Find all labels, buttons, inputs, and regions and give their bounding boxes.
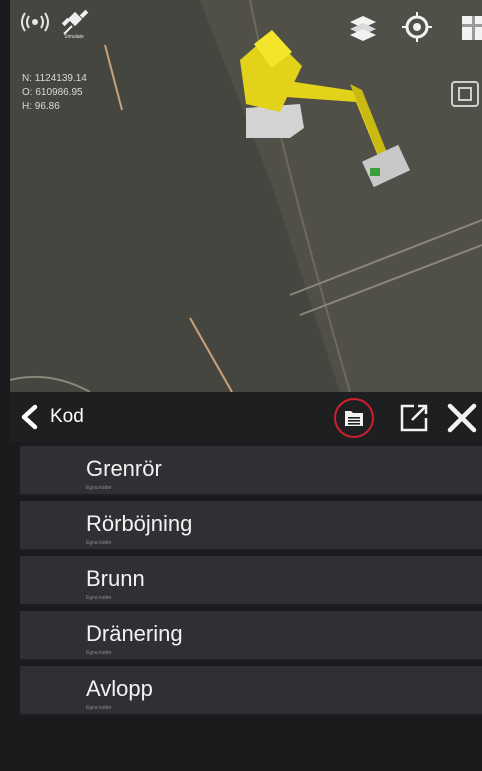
target-icon[interactable] bbox=[402, 12, 432, 42]
code-item-category: Egna koder bbox=[86, 705, 112, 711]
coordinates-readout: N: 1124139.14 O: 610986.95 H: 96.86 bbox=[22, 72, 87, 114]
coord-north: N: 1124139.14 bbox=[22, 73, 87, 84]
code-item-label: Grenrör bbox=[86, 456, 162, 481]
coord-height: H: 96.86 bbox=[22, 101, 60, 112]
code-item-label: Brunn bbox=[86, 566, 145, 591]
panel-title: Kod bbox=[50, 406, 84, 427]
fit-view-icon[interactable] bbox=[450, 80, 480, 108]
code-item-brunn[interactable]: Brunn Egna koder bbox=[20, 556, 482, 606]
map-scene bbox=[10, 0, 482, 392]
code-item-category: Egna koder bbox=[86, 650, 112, 656]
document-list-button[interactable] bbox=[334, 398, 374, 438]
app-screen: Simulate N: 1124139.14 O: 610986.95 H: 9… bbox=[0, 0, 482, 771]
map-3d-view[interactable]: Simulate N: 1124139.14 O: 610986.95 H: 9… bbox=[10, 0, 482, 392]
code-panel-header: Kod bbox=[10, 392, 482, 442]
open-external-icon[interactable] bbox=[398, 402, 428, 432]
code-item-label: Rörböjning bbox=[86, 511, 193, 536]
code-item-rorbojning[interactable]: Rörböjning Egna koder bbox=[20, 501, 482, 551]
code-list: Grenrör Egna koder Rörböjning Egna koder… bbox=[20, 446, 482, 721]
code-item-label: Dränering bbox=[86, 621, 183, 646]
box-icon[interactable] bbox=[456, 12, 482, 42]
document-list-icon bbox=[345, 411, 363, 426]
code-item-category: Egna koder bbox=[86, 540, 112, 546]
code-item-label: Avlopp bbox=[86, 676, 153, 701]
code-item-category: Egna koder bbox=[86, 595, 112, 601]
coord-east: O: 610986.95 bbox=[22, 87, 83, 98]
code-item-dranering[interactable]: Dränering Egna koder bbox=[20, 611, 482, 661]
chevron-left-icon[interactable] bbox=[18, 404, 40, 430]
code-item-avlopp[interactable]: Avlopp Egna koder bbox=[20, 666, 482, 716]
layers-icon[interactable] bbox=[348, 12, 378, 42]
gps-status-label: Simulate bbox=[64, 34, 84, 40]
code-item-grenror[interactable]: Grenrör Egna koder bbox=[20, 446, 482, 496]
close-icon[interactable] bbox=[446, 402, 478, 434]
code-item-category: Egna koder bbox=[86, 485, 112, 491]
signal-icon[interactable] bbox=[20, 10, 50, 34]
